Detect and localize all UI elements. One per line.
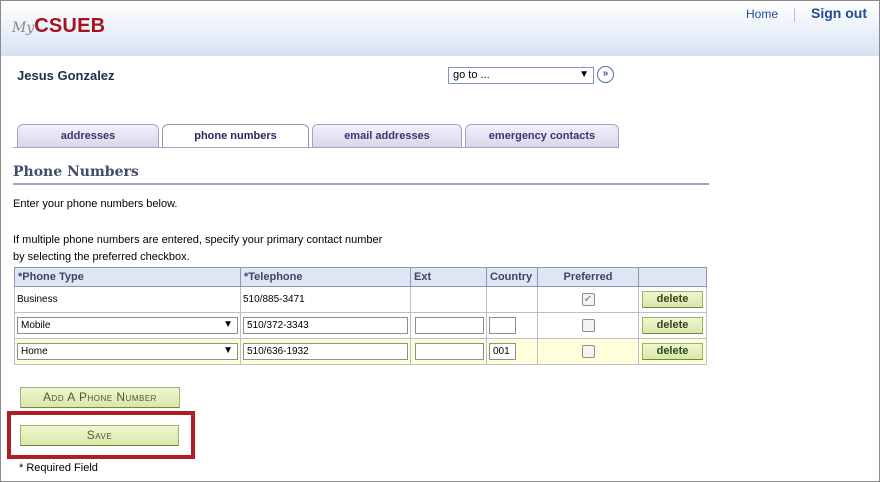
table-header-row: *Phone Type *Telephone Ext Country Prefe…: [14, 267, 707, 287]
mycsueb-logo[interactable]: MyCSUEB: [12, 15, 105, 38]
tab-phone-numbers[interactable]: phone numbers: [162, 124, 309, 148]
table-row: Business 510/885-3471 ✔ delete: [14, 286, 707, 313]
go-arrow-icon[interactable]: »: [597, 66, 614, 83]
preferred-cell: [537, 338, 639, 365]
goto-select-value: go to ...: [453, 69, 490, 81]
table-row: Home ▼ 510/636-1932 001 delete: [14, 338, 707, 365]
preferred-cell: ✔: [537, 286, 639, 313]
phone-type-cell: Mobile ▼: [14, 312, 241, 339]
country-input[interactable]: [489, 317, 516, 334]
add-phone-number-button[interactable]: Add A Phone Number: [20, 387, 180, 408]
logo-main-text: CSUEB: [34, 15, 106, 37]
user-name: Jesus Gonzalez: [17, 68, 115, 83]
tab-emergency-contacts[interactable]: emergency contacts: [465, 124, 619, 147]
tab-underline: [13, 147, 619, 148]
goto-select[interactable]: go to ... ▼: [448, 67, 594, 84]
phone-type-cell: Home ▼: [14, 338, 241, 365]
site-header: MyCSUEB Home Sign out: [1, 1, 879, 56]
preferred-checkbox[interactable]: [581, 345, 595, 358]
check-icon: ✔: [583, 294, 593, 305]
preferred-cell: [537, 312, 639, 339]
ext-cell: [410, 286, 487, 313]
phone-type-text: Business: [14, 286, 241, 313]
chevron-down-icon: ▼: [579, 69, 589, 80]
col-header-country: Country: [486, 267, 538, 287]
tab-email-addresses[interactable]: email addresses: [312, 124, 462, 147]
col-header-telephone: *Telephone: [240, 267, 411, 287]
telephone-input[interactable]: 510/636-1932: [243, 343, 408, 360]
chevron-down-icon: ▼: [223, 345, 233, 356]
telephone-text: 510/885-3471: [240, 286, 411, 313]
ext-cell: [410, 338, 487, 365]
link-divider: [794, 8, 795, 23]
logo-prefix: My: [12, 20, 35, 36]
intro-text: Enter your phone numbers below.: [13, 198, 178, 210]
phone-type-value: Mobile: [21, 320, 51, 331]
col-header-preferred: Preferred: [537, 267, 639, 287]
actions-cell: delete: [638, 312, 707, 339]
tab-addresses[interactable]: addresses: [17, 124, 159, 147]
ext-input[interactable]: [415, 343, 484, 360]
phone-type-select[interactable]: Home ▼: [17, 343, 238, 360]
col-header-ext: Ext: [410, 267, 487, 287]
phone-numbers-table: *Phone Type *Telephone Ext Country Prefe…: [14, 267, 707, 365]
delete-button[interactable]: delete: [642, 291, 703, 308]
ext-input[interactable]: [415, 317, 484, 334]
delete-button[interactable]: delete: [642, 343, 703, 360]
home-link[interactable]: Home: [746, 7, 794, 21]
telephone-input[interactable]: 510/372-3343: [243, 317, 408, 334]
country-cell: [486, 312, 538, 339]
ext-cell: [410, 312, 487, 339]
instruction-line-2: by selecting the preferred checkbox.: [13, 251, 190, 263]
top-links: Home Sign out: [746, 5, 867, 23]
chevron-down-icon: ▼: [223, 319, 233, 330]
col-header-phone-type: *Phone Type: [14, 267, 241, 287]
country-input[interactable]: 001: [489, 343, 516, 360]
actions-cell: delete: [638, 338, 707, 365]
table-row: Mobile ▼ 510/372-3343 delete: [14, 312, 707, 339]
phone-type-value: Home: [21, 346, 48, 357]
country-cell: 001: [486, 338, 538, 365]
country-cell: [486, 286, 538, 313]
page-title: Phone Numbers: [13, 164, 139, 180]
required-field-note: * Required Field: [19, 462, 98, 474]
phone-type-select[interactable]: Mobile ▼: [17, 317, 238, 334]
preferred-checkbox: ✔: [581, 293, 595, 306]
instruction-line-1: If multiple phone numbers are entered, s…: [13, 234, 383, 246]
telephone-cell: 510/372-3343: [240, 312, 411, 339]
title-divider: [13, 183, 709, 185]
preferred-checkbox[interactable]: [581, 319, 595, 332]
delete-button[interactable]: delete: [642, 317, 703, 334]
save-button[interactable]: Save: [20, 425, 179, 446]
actions-cell: delete: [638, 286, 707, 313]
sign-out-link[interactable]: Sign out: [811, 5, 867, 21]
col-header-actions: [638, 267, 707, 287]
telephone-cell: 510/636-1932: [240, 338, 411, 365]
